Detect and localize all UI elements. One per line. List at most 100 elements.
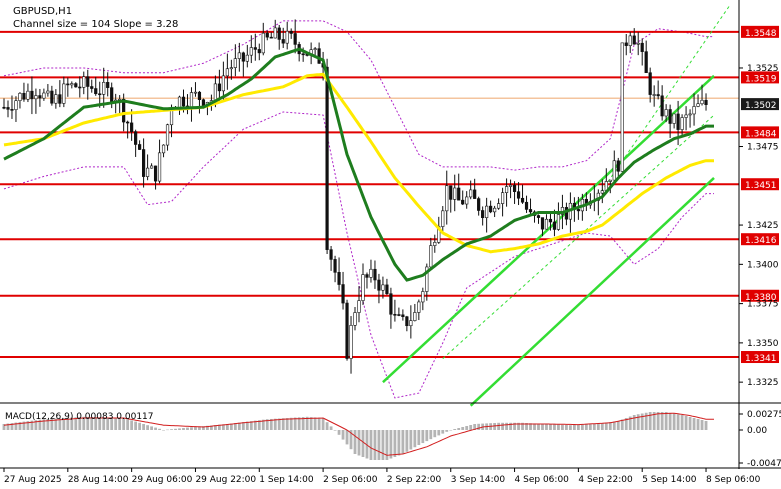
- macd-histogram-bar: [445, 430, 449, 432]
- candle-body: [361, 274, 365, 301]
- candle-body: [628, 35, 632, 46]
- macd-histogram-bar: [293, 417, 297, 430]
- macd-histogram-bar: [457, 428, 461, 430]
- candle-body: [213, 83, 218, 101]
- macd-histogram-bar: [377, 430, 381, 460]
- candle-body: [652, 94, 656, 96]
- macd-histogram-bar: [138, 422, 142, 430]
- chart-symbol: GBPUSD,H1: [13, 6, 72, 17]
- candle-body: [249, 47, 253, 56]
- candle-body: [138, 144, 142, 150]
- macd-histogram-bar: [178, 428, 181, 430]
- candle-body: [317, 48, 321, 64]
- macd-histogram-bar: [142, 424, 146, 430]
- candle-body: [197, 91, 202, 100]
- candle-body: [181, 96, 186, 107]
- macd-histogram-bar: [596, 423, 600, 430]
- macd-histogram-bar: [632, 415, 636, 430]
- candle-body: [449, 185, 453, 200]
- candle-body: [508, 184, 513, 187]
- macd-histogram-bar: [321, 418, 325, 430]
- candle-body: [229, 67, 233, 70]
- candle-body: [540, 217, 545, 230]
- macd-histogram-bar: [182, 428, 185, 430]
- candle-body: [38, 95, 42, 99]
- macd-histogram-bar: [465, 426, 469, 430]
- candle-body: [110, 87, 114, 103]
- candle-body: [564, 207, 569, 220]
- macd-histogram-bar: [150, 426, 153, 430]
- macd-histogram-bar: [389, 430, 393, 459]
- candle-body: [493, 207, 497, 213]
- candle-body: [688, 113, 692, 116]
- price-tick-label: 1.3475: [747, 143, 779, 153]
- price-tick-label: 1.3400: [747, 260, 779, 270]
- level-label: 1.3341: [745, 354, 777, 364]
- macd-histogram-bar: [588, 424, 592, 430]
- candle-body: [130, 122, 134, 132]
- candle-body: [481, 210, 485, 219]
- macd-histogram-bar: [329, 426, 333, 430]
- candle-body: [696, 103, 700, 107]
- macd-tick-label: -0.00474: [747, 459, 781, 469]
- candle-body: [289, 30, 293, 34]
- candle-body: [544, 218, 549, 230]
- candle-body: [245, 54, 249, 62]
- candle-body: [576, 209, 580, 212]
- time-label: 5 Sep 14:00: [642, 475, 697, 485]
- candle-body: [325, 66, 329, 250]
- time-label: 27 Aug 2025: [4, 475, 62, 485]
- candle-body: [94, 88, 98, 95]
- candle-body: [189, 92, 194, 108]
- macd-histogram-bar: [664, 412, 668, 430]
- candle-body: [397, 314, 401, 316]
- time-label: 28 Aug 14:00: [68, 475, 129, 485]
- chart-canvas: 1.35481.35191.34841.34511.34161.33801.33…: [0, 0, 781, 489]
- macd-histogram-bar: [565, 425, 568, 430]
- candle-body: [656, 94, 660, 97]
- macd-histogram-bar: [541, 423, 544, 430]
- macd-histogram-bar: [134, 421, 138, 430]
- candle-body: [153, 165, 158, 182]
- macd-histogram-bar: [397, 430, 401, 456]
- candle-body: [413, 312, 417, 321]
- candle-body: [169, 108, 174, 126]
- candle-body: [445, 185, 449, 212]
- candle-body: [536, 215, 541, 218]
- chart-channel-info: Channel size = 104 Slope = 3.28: [13, 19, 178, 30]
- macd-histogram-bar: [505, 422, 508, 430]
- macd-histogram-bar: [557, 424, 560, 430]
- macd-histogram-bar: [553, 424, 556, 430]
- candle-body: [512, 184, 517, 192]
- candle-body: [126, 121, 130, 124]
- candle-body: [225, 68, 229, 77]
- macd-histogram-bar: [317, 417, 321, 430]
- macd-histogram-bar: [493, 423, 497, 430]
- macd-histogram-bar: [700, 420, 704, 430]
- candle-body: [680, 117, 684, 130]
- candle-body: [516, 191, 521, 199]
- candle-body: [373, 268, 377, 281]
- chart-window: 1.3548 1.3519 1.3484 1.3451 1.3416 1.3380 1.33…: [0, 0, 781, 489]
- candle-body: [46, 90, 50, 94]
- macd-histogram-bar: [660, 412, 664, 430]
- price-tick-label: 1.3425: [747, 221, 779, 231]
- macd-histogram-bar: [656, 412, 660, 430]
- candle-body: [34, 95, 38, 100]
- macd-histogram-bar: [704, 421, 708, 430]
- candle-body: [409, 320, 413, 327]
- candle-body: [700, 99, 704, 105]
- macd-histogram-bar: [537, 423, 540, 430]
- candle-body: [684, 114, 688, 118]
- candle-body: [2, 106, 6, 109]
- candle-body: [357, 300, 361, 313]
- candle-body: [369, 268, 373, 278]
- candle-body: [273, 27, 277, 39]
- candle-body: [417, 301, 421, 313]
- macd-histogram-bar: [345, 430, 349, 445]
- macd-histogram-bar: [576, 424, 580, 430]
- time-label: 2 Sep 06:00: [323, 475, 378, 485]
- candle-body: [30, 90, 34, 100]
- time-label: 2 Sep 22:00: [387, 475, 442, 485]
- candle-body: [149, 165, 154, 169]
